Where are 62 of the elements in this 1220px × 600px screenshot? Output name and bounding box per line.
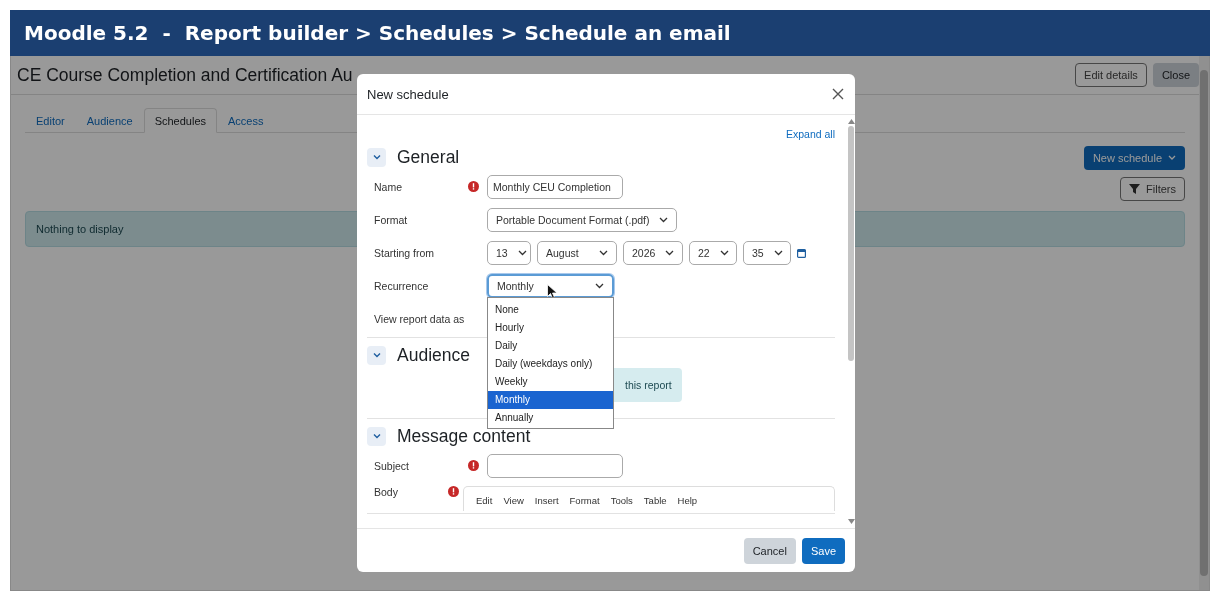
field-label: Name (374, 180, 403, 193)
field-label: Starting from (374, 246, 436, 259)
chevron-icon (371, 350, 382, 360)
date-select[interactable]: 22 (689, 240, 737, 265)
text-field[interactable] (487, 453, 623, 478)
caret-icon (665, 249, 675, 256)
tab[interactable]: Audience (75, 108, 144, 133)
filters-button[interactable]: Filters (1120, 177, 1185, 201)
filter-icon (1129, 184, 1141, 194)
caret-icon (517, 249, 527, 256)
collapse-toggle[interactable] (367, 345, 386, 365)
scroll-up-icon[interactable] (847, 119, 855, 124)
header-button[interactable]: Edit details (1075, 63, 1147, 87)
date-select[interactable]: 13 (487, 240, 531, 265)
chevron-icon (371, 431, 382, 441)
dropdown-option[interactable]: None (488, 300, 613, 319)
text-field[interactable]: Monthly CEU Completion (487, 174, 623, 199)
calendar-icon[interactable] (797, 247, 806, 258)
date-select[interactable]: 2026 (623, 240, 683, 265)
select-field[interactable]: Monthly (487, 273, 614, 298)
banner-title: Moodle 5.2 - Report builder > Schedules > Schedule an email (10, 10, 1210, 56)
page-scrollbar[interactable] (1199, 56, 1209, 590)
dropdown-option[interactable]: Monthly (488, 390, 613, 409)
section-title: Audience (397, 344, 470, 366)
field-label: Recurrence (374, 279, 430, 292)
collapse-toggle[interactable] (367, 426, 386, 446)
modal-title: New schedule (367, 86, 449, 102)
caret-icon (1168, 155, 1176, 161)
header-button[interactable]: Close (1152, 63, 1199, 87)
section-title: Message content (397, 425, 531, 447)
caret-icon (595, 282, 604, 289)
required-icon (468, 181, 479, 192)
expand-all-link[interactable]: Expand all (785, 128, 835, 142)
dialog-button[interactable]: Save (801, 537, 845, 564)
select-field[interactable]: Portable Document Format (.pdf) (487, 207, 678, 232)
tab[interactable]: Schedules (143, 108, 217, 133)
caret-icon (599, 249, 608, 256)
close-icon[interactable] (832, 88, 844, 100)
dropdown-option[interactable]: Daily (488, 336, 613, 355)
text-editor[interactable]: Edit View Insert Format Tools Table Help (463, 486, 835, 511)
required-icon (468, 460, 479, 471)
page-title: CE Course Completion and Certification Au (17, 64, 353, 86)
dialog-button[interactable]: Cancel (743, 537, 796, 564)
field-label: Subject (374, 459, 411, 472)
caret-icon (719, 249, 729, 256)
date-select[interactable]: August (537, 240, 617, 265)
caret-icon (773, 249, 783, 256)
tab[interactable]: Access (217, 108, 275, 133)
field-label: Format (374, 213, 409, 226)
date-select[interactable]: 35 (743, 240, 791, 265)
tab[interactable]: Editor (25, 108, 76, 133)
caret-icon (659, 216, 669, 223)
section-title: General (397, 146, 460, 168)
field-label: View report data as (374, 312, 466, 325)
required-icon (448, 486, 460, 497)
scroll-down-icon[interactable] (847, 519, 855, 524)
dropdown-option[interactable]: Hourly (488, 318, 613, 337)
field-label: Body (374, 486, 399, 498)
dropdown-option[interactable]: Annually (488, 408, 613, 427)
chevron-icon (371, 152, 382, 162)
new-schedule-button[interactable]: New schedule (1083, 146, 1185, 170)
collapse-toggle[interactable] (367, 147, 386, 167)
